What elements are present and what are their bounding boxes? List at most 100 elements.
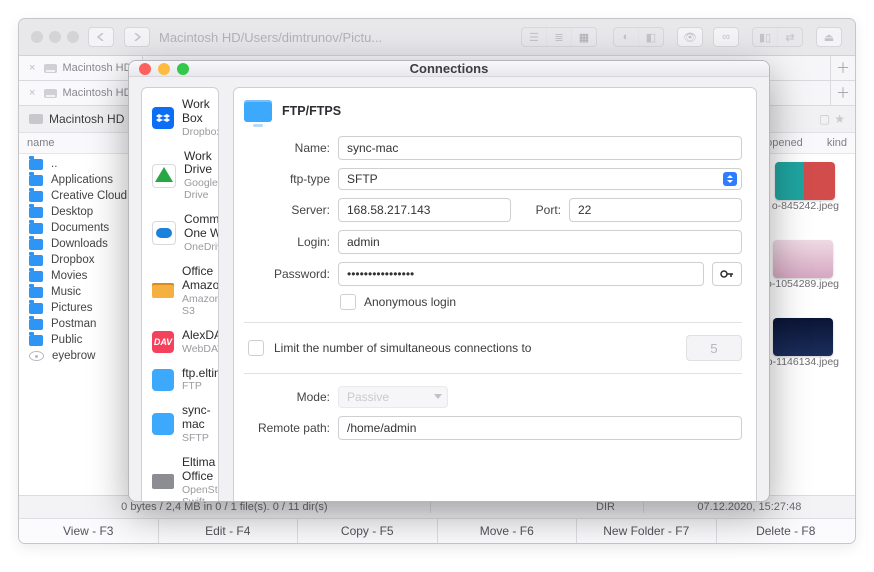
close-icon[interactable]: × xyxy=(29,87,35,99)
preview-icon[interactable]: 👁 xyxy=(677,27,703,47)
status-selection: 0 bytes / 2,4 MB in 0 / 1 file(s). 0 / 1… xyxy=(19,501,431,513)
panel-left-icon[interactable]: ▮▯ xyxy=(753,28,777,46)
anonymous-checkbox[interactable] xyxy=(340,294,356,310)
s3-icon xyxy=(152,283,174,298)
folder-icon xyxy=(29,335,43,346)
close-dot[interactable] xyxy=(31,31,43,43)
connection-item[interactable]: Work DriveGoogle Drive xyxy=(142,144,218,208)
close-icon[interactable]: × xyxy=(29,62,35,74)
connection-item[interactable]: ftp.eltima.comFTP xyxy=(142,361,218,399)
thumbnail-item[interactable]: o-1146134.jpeg xyxy=(767,318,839,368)
folder-icon xyxy=(29,303,43,314)
connection-name: Work Box xyxy=(182,98,218,126)
column-header-opened[interactable]: opened xyxy=(766,137,803,149)
name-input[interactable] xyxy=(338,136,742,160)
file-name: Postman xyxy=(51,318,96,330)
thumbnail-image xyxy=(775,162,835,200)
form-heading: FTP/FTPS xyxy=(282,104,341,118)
zoom-dot[interactable] xyxy=(67,31,79,43)
ftp-type-select[interactable]: SFTP xyxy=(338,168,742,190)
file-name: Movies xyxy=(51,270,87,282)
toggle-dual-icon[interactable]: ◧ xyxy=(638,28,663,46)
view-list-icon[interactable]: ≣ xyxy=(546,28,571,46)
file-name: eyebrow xyxy=(52,350,95,362)
add-tab-button[interactable]: ＋ xyxy=(830,56,855,80)
toggle-segmented[interactable]: ◐ ◧ xyxy=(613,27,664,47)
search-icon[interactable]: ∞ xyxy=(713,27,739,47)
fkey-button[interactable]: View - F3 xyxy=(19,519,159,543)
viewmode-segmented[interactable]: ☰ ≣ ▦ xyxy=(521,27,597,47)
tab-label: Macintosh HD xyxy=(62,87,131,99)
minimize-dot[interactable] xyxy=(49,31,61,43)
favorite-star-icon[interactable]: ★ xyxy=(834,112,845,126)
forward-button[interactable] xyxy=(124,27,150,47)
server-input[interactable] xyxy=(338,198,511,222)
connections-dialog: Connections Work BoxDropboxWork DriveGoo… xyxy=(128,60,770,502)
minimize-dot[interactable] xyxy=(158,63,170,75)
fkey-bar: View - F3Edit - F4Copy - F5Move - F6New … xyxy=(19,518,855,543)
remote-path-input[interactable] xyxy=(338,416,742,440)
panel-segmented[interactable]: ▮▯ ⇄ xyxy=(752,27,803,47)
close-dot[interactable] xyxy=(139,63,151,75)
password-input[interactable] xyxy=(338,262,704,286)
disk-icon xyxy=(29,114,43,124)
fkey-button[interactable]: Move - F6 xyxy=(438,519,578,543)
bookmark-square-icon[interactable]: ▢ xyxy=(819,112,830,126)
connection-list: Work BoxDropboxWork DriveGoogle DriveCom… xyxy=(141,87,219,502)
view-thumbs-icon[interactable]: ▦ xyxy=(571,28,596,46)
connection-name: Commander One Work xyxy=(184,213,218,241)
disk-icon xyxy=(44,89,57,98)
file-name: Applications xyxy=(51,174,113,186)
window-titlebar: Macintosh HD/Users/dimtrunov/Pictu... ☰ … xyxy=(19,19,855,56)
eject-icon[interactable]: ⏏ xyxy=(816,27,842,47)
dialog-traffic-lights[interactable] xyxy=(139,63,189,75)
connection-name: AlexDAV xyxy=(182,329,218,343)
connection-item[interactable]: Eltima OfficeOpenStack Swift xyxy=(142,450,218,502)
thumbnail-item[interactable]: o-1054289.jpeg xyxy=(766,240,839,290)
connection-item[interactable]: Work BoxDropbox xyxy=(142,92,218,144)
connection-form: FTP/FTPS Name: ftp-type SFTP Server: xyxy=(233,87,757,502)
folder-icon xyxy=(29,255,43,266)
toggle-hidden-icon[interactable]: ◐ xyxy=(614,28,638,46)
connection-name: Eltima Office xyxy=(182,456,218,484)
back-button[interactable] xyxy=(88,27,114,47)
limit-checkbox[interactable] xyxy=(248,340,264,356)
thumbnail-item[interactable]: o-845242.jpeg xyxy=(772,162,839,212)
thumbnail-image xyxy=(773,318,833,356)
tab-macintosh-hd-1[interactable]: ×Macintosh HD xyxy=(19,56,143,80)
connection-item[interactable]: DAVAlexDAVWebDAV xyxy=(142,323,218,361)
key-icon[interactable] xyxy=(712,262,742,286)
limit-number xyxy=(686,335,742,361)
label-anonymous: Anonymous login xyxy=(364,295,456,309)
port-input[interactable] xyxy=(569,198,742,222)
tab-macintosh-hd-2[interactable]: × Macintosh HD xyxy=(19,81,143,105)
connection-service: Google Drive xyxy=(184,177,218,201)
connection-item[interactable]: Office AmazonAmazon S3 xyxy=(142,259,218,323)
add-tab-button[interactable]: ＋ xyxy=(830,81,855,105)
separator xyxy=(244,373,742,374)
fkey-button[interactable]: Delete - F8 xyxy=(717,519,856,543)
fkey-button[interactable]: Edit - F4 xyxy=(159,519,299,543)
zoom-dot[interactable] xyxy=(177,63,189,75)
connection-service: SFTP xyxy=(182,432,211,444)
window-traffic-lights[interactable] xyxy=(31,31,79,43)
column-header-kind[interactable]: kind xyxy=(827,137,847,149)
breadcrumb[interactable]: Macintosh HD xyxy=(49,112,124,126)
file-name: Downloads xyxy=(51,238,108,250)
connection-service: FTP xyxy=(182,380,218,392)
fkey-button[interactable]: New Folder - F7 xyxy=(577,519,717,543)
connection-service: OneDrive xyxy=(184,241,218,253)
view-brief-icon[interactable]: ☰ xyxy=(522,28,546,46)
panel-swap-icon[interactable]: ⇄ xyxy=(777,28,802,46)
folder-icon xyxy=(29,207,43,218)
file-name: Pictures xyxy=(51,302,93,314)
connection-item[interactable]: Commander One WorkOneDrive xyxy=(142,207,218,259)
folder-icon xyxy=(29,271,43,282)
folder-icon xyxy=(29,175,43,186)
label-password: Password: xyxy=(244,267,330,281)
login-input[interactable] xyxy=(338,230,742,254)
status-date: 07.12.2020, 15:27:48 xyxy=(644,501,855,513)
fkey-button[interactable]: Copy - F5 xyxy=(298,519,438,543)
connection-name: Work Drive xyxy=(184,150,218,178)
connection-item[interactable]: sync-macSFTP xyxy=(142,398,218,450)
